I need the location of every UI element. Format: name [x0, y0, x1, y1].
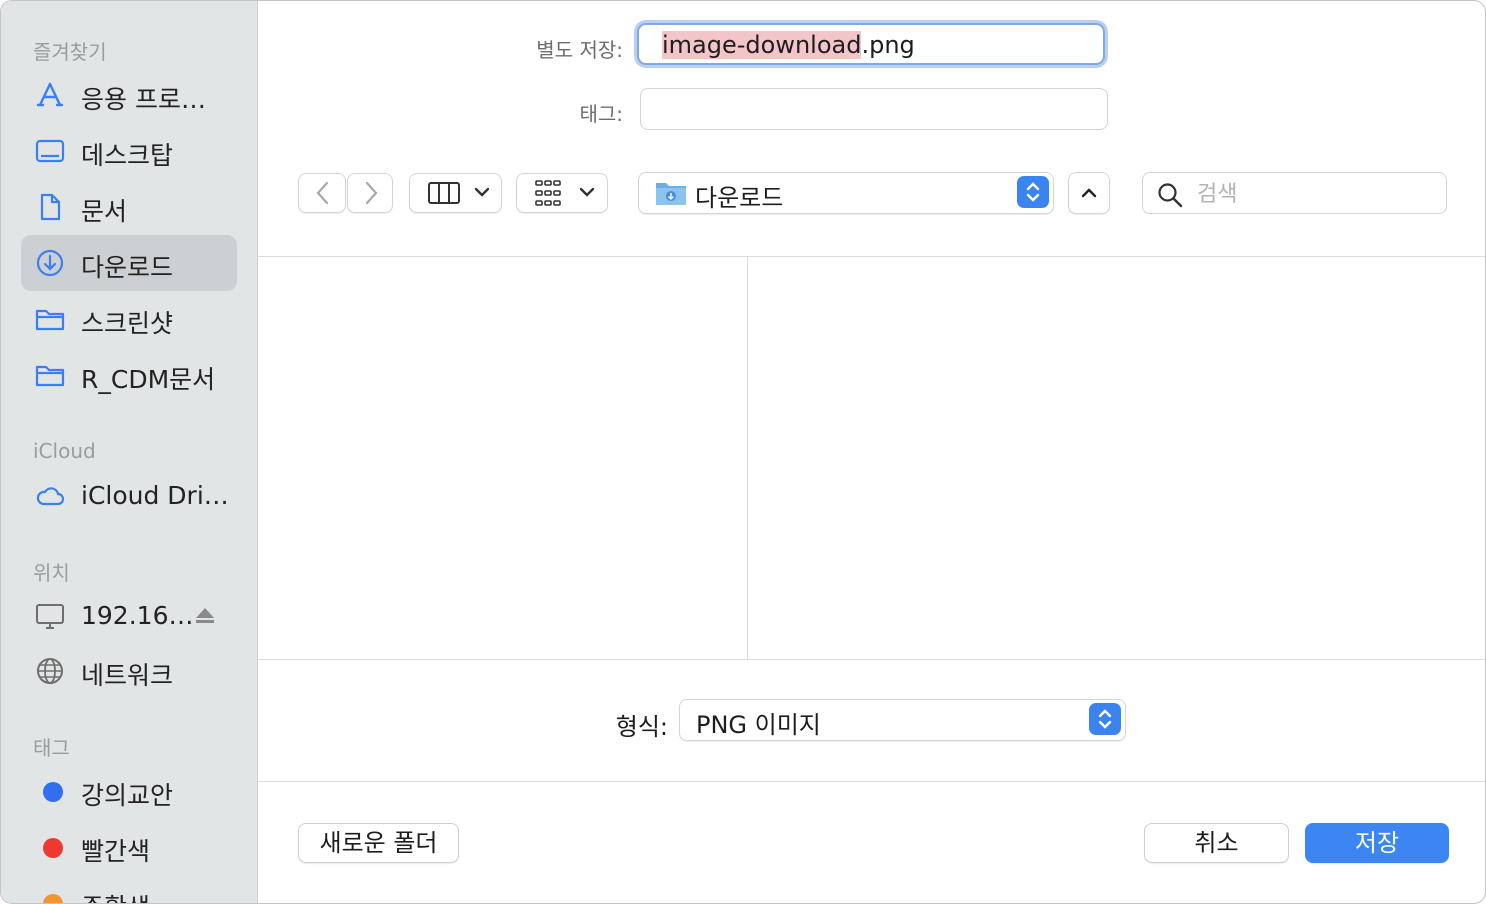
divider	[258, 781, 1485, 782]
chevron-right-icon	[365, 181, 378, 205]
tags-label: 태그:	[579, 102, 623, 126]
desktop-icon	[35, 139, 65, 163]
sidebar-item-label: 강의교안	[81, 781, 174, 810]
chevron-left-icon	[316, 181, 329, 205]
save-dialog: 즐겨찾기 응용 프로… 데스크탑 문서 다운로드 스크린샷 R_CDM문서 iC…	[0, 0, 1486, 904]
grid-arrange-icon	[535, 180, 595, 206]
sidebar-item-tag-red[interactable]: 빨간색	[21, 819, 237, 875]
sidebar-item-server[interactable]: 192.16…	[21, 588, 237, 644]
save-button[interactable]: 저장	[1305, 823, 1449, 863]
sidebar: 즐겨찾기 응용 프로… 데스크탑 문서 다운로드 스크린샷 R_CDM문서 iC…	[1, 1, 258, 903]
sidebar-item-label: 스크린샷	[81, 309, 174, 338]
downloads-icon	[36, 249, 64, 277]
back-button[interactable]	[298, 173, 346, 213]
sidebar-item-label: 네트워크	[81, 661, 174, 690]
sidebar-item-desktop[interactable]: 데스크탑	[21, 123, 237, 179]
sidebar-item-label: 다운로드	[81, 253, 174, 282]
chevron-up-icon	[1081, 188, 1097, 198]
filename-selected-text: image-download	[662, 31, 862, 59]
forward-button[interactable]	[347, 173, 393, 213]
collapse-button[interactable]	[1068, 172, 1110, 214]
sidebar-item-label: 빨간색	[81, 837, 151, 866]
location-label: 다운로드	[695, 184, 784, 212]
sidebar-item-label: 주황색	[81, 888, 150, 903]
tag-color-dot	[43, 894, 63, 903]
file-column-2[interactable]	[748, 257, 1485, 659]
sidebar-item-label: 응용 프로…	[81, 85, 206, 114]
sidebar-item-label: iCloud Dri…	[81, 481, 229, 510]
sidebar-item-network[interactable]: 네트워크	[21, 643, 237, 699]
sidebar-item-tag-blue[interactable]: 강의교안	[21, 763, 237, 819]
sidebar-item-label: 192.16…	[81, 601, 194, 630]
filename-extension: .png	[861, 31, 915, 59]
format-value: PNG 이미지	[696, 711, 821, 739]
filename-field[interactable]: image-download.png	[637, 23, 1105, 65]
sidebar-item-r-cdm[interactable]: R_CDM문서	[21, 347, 237, 403]
cancel-button[interactable]: 취소	[1144, 823, 1289, 863]
tag-color-dot	[43, 838, 63, 858]
columns-view-icon	[428, 182, 490, 204]
popup-stepper	[1017, 176, 1049, 208]
sidebar-item-icloud-drive[interactable]: iCloud Dri…	[21, 468, 237, 524]
popup-stepper	[1089, 703, 1121, 735]
monitor-icon	[36, 604, 64, 629]
chevron-up-down-icon	[1026, 182, 1040, 202]
sidebar-item-tag-orange[interactable]: 주황색	[21, 875, 237, 903]
tags-field[interactable]	[640, 88, 1108, 130]
document-icon	[40, 193, 61, 221]
sidebar-item-screenshots[interactable]: 스크린샷	[21, 291, 237, 347]
new-folder-button[interactable]: 새로운 폴더	[298, 823, 459, 863]
eject-icon[interactable]	[195, 607, 215, 625]
chevron-up-down-icon	[1098, 709, 1112, 729]
section-title-icloud: iCloud	[33, 439, 96, 463]
search-input[interactable]	[1195, 179, 1439, 209]
sidebar-item-label: R_CDM문서	[81, 365, 216, 394]
section-title-locations: 위치	[33, 561, 70, 585]
format-label: 형식:	[615, 713, 668, 741]
view-columns-button[interactable]	[409, 173, 502, 213]
sidebar-item-label: 데스크탑	[81, 141, 174, 170]
sidebar-item-label: 문서	[81, 197, 128, 226]
file-column-1[interactable]	[258, 257, 747, 659]
search-field[interactable]	[1142, 172, 1447, 214]
arrange-button[interactable]	[516, 173, 608, 213]
folder-icon	[35, 365, 65, 387]
cloud-icon	[36, 487, 65, 506]
sidebar-item-documents[interactable]: 문서	[21, 179, 237, 235]
applications-icon	[36, 82, 64, 107]
sidebar-item-downloads[interactable]: 다운로드	[21, 235, 237, 291]
save-as-label: 별도 저장:	[536, 38, 623, 62]
section-title-tags: 태그	[33, 736, 70, 760]
format-popup[interactable]: PNG 이미지	[679, 699, 1126, 741]
section-title-favorites: 즐겨찾기	[33, 40, 107, 64]
sidebar-item-applications[interactable]: 응용 프로…	[21, 67, 237, 123]
globe-icon	[37, 658, 63, 684]
location-popup[interactable]: 다운로드	[638, 172, 1054, 214]
divider	[258, 659, 1485, 660]
main-panel: 별도 저장: image-download.png 태그: 다운로드 검색 형식…	[258, 1, 1485, 903]
tag-color-dot	[43, 782, 63, 802]
folder-icon	[35, 309, 65, 331]
downloads-folder-icon	[656, 183, 686, 205]
search-icon	[1158, 183, 1183, 208]
